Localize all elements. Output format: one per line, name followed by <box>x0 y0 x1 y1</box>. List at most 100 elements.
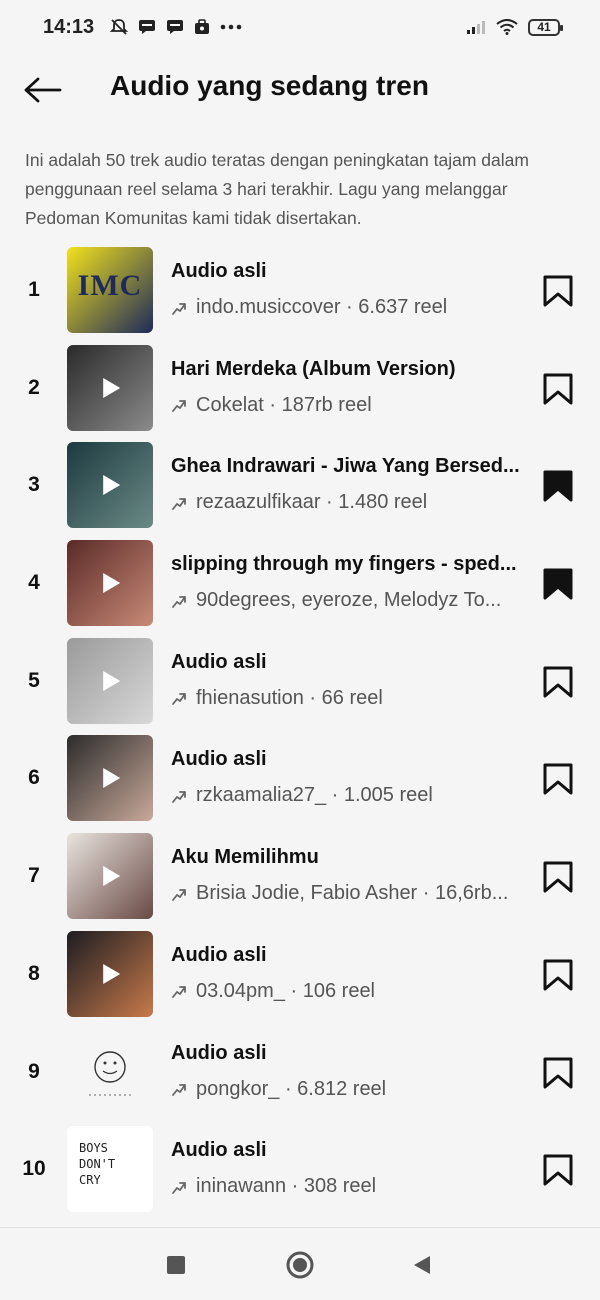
track-thumbnail[interactable] <box>67 930 153 1017</box>
track-thumbnail[interactable] <box>67 1028 153 1115</box>
track-title: Audio asli <box>171 748 267 771</box>
bookmark-filled-icon[interactable] <box>543 568 573 600</box>
track-info[interactable]: Ghea Indrawari - Jiwa Yang Bersed... reza… <box>171 455 533 514</box>
track-row[interactable]: 3 Ghea Indrawari - Jiwa Yang Bersed... rez… <box>0 442 600 540</box>
track-thumbnail[interactable] <box>67 735 153 822</box>
trending-arrow-icon <box>171 788 187 804</box>
thumbnail-text: BOYS DON'T CRY <box>79 1141 116 1188</box>
track-thumbnail[interactable]: IMC <box>67 247 153 333</box>
track-meta: 90degrees, eyeroze, Melodyz To... <box>171 589 533 612</box>
track-rank: 9 <box>28 1059 40 1083</box>
track-rank: 3 <box>28 473 40 497</box>
play-icon <box>103 475 121 496</box>
track-meta: indo.musiccover · 6.637 reel <box>171 296 533 319</box>
status-time: 14:13 <box>43 15 95 38</box>
track-info[interactable]: Audio asli ininawann · 308 reel <box>171 1139 533 1198</box>
trending-audio-list: 1 IMC Audio asli indo.musiccover · 6.637 re… <box>0 247 600 1224</box>
bookmark-filled-icon[interactable] <box>543 470 573 502</box>
status-bar: 14:13 41 <box>0 0 600 54</box>
square-icon <box>167 1256 185 1274</box>
track-rank: 1 <box>28 278 40 301</box>
track-thumbnail[interactable] <box>67 442 153 529</box>
bookmark-icon[interactable] <box>543 1057 573 1089</box>
battery-icon: 41 <box>528 18 563 36</box>
mute-bell-icon <box>110 18 129 36</box>
track-title: Audio asli <box>171 1041 267 1064</box>
track-title: Aku Memilihmu <box>171 846 319 869</box>
trending-arrow-icon <box>171 886 187 902</box>
system-nav-bar <box>0 1227 600 1300</box>
page-title: Audio yang sedang tren <box>110 70 429 101</box>
track-thumbnail[interactable] <box>67 637 153 724</box>
track-row[interactable]: 9 Audio asli pongkor_ · 6.812 reel <box>0 1028 600 1127</box>
back-nav-button[interactable] <box>413 1255 431 1280</box>
track-title: Audio asli <box>171 1139 267 1162</box>
track-rank: 8 <box>28 961 40 985</box>
back-button[interactable] <box>24 73 64 107</box>
track-meta-text: pongkor_ · 6.812 reel <box>196 1077 387 1100</box>
briefcase-icon <box>194 19 210 35</box>
track-row[interactable]: 6 Audio asli rzkaamalia27_ · 1.005 reel <box>0 735 600 833</box>
track-info[interactable]: Hari Merdeka (Album Version) Cokelat · 18… <box>171 358 533 417</box>
trending-arrow-icon <box>171 397 187 413</box>
message-icon <box>138 19 156 35</box>
back-arrow-icon <box>24 77 62 103</box>
track-info[interactable]: Aku Memilihmu Brisia Jodie, Fabio Asher ·… <box>171 846 533 905</box>
play-icon <box>103 670 121 691</box>
track-rank: 5 <box>28 668 40 692</box>
track-info[interactable]: Audio asli rzkaamalia27_ · 1.005 reel <box>171 748 533 807</box>
track-thumbnail[interactable]: BOYS DON'T CRY <box>67 1126 153 1213</box>
track-row[interactable]: 7 Aku Memilihmu Brisia Jodie, Fabio Asher … <box>0 833 600 931</box>
track-meta-text: 03.04pm_ · 106 reel <box>196 979 376 1002</box>
track-thumbnail[interactable] <box>67 540 153 627</box>
trending-arrow-icon <box>171 300 187 316</box>
track-rank: 4 <box>28 571 40 595</box>
bookmark-icon[interactable] <box>543 959 573 991</box>
track-row[interactable]: 4 slipping through my fingers - sped... 90… <box>0 540 600 638</box>
trending-arrow-icon <box>171 593 187 609</box>
track-title: Audio asli <box>171 650 267 673</box>
track-row[interactable]: 1 IMC Audio asli indo.musiccover · 6.637 re… <box>0 247 600 345</box>
track-rank: 6 <box>28 766 40 790</box>
recent-apps-button[interactable] <box>167 1256 185 1279</box>
track-info[interactable]: Audio asli pongkor_ · 6.812 reel <box>171 1042 533 1101</box>
bookmark-icon[interactable] <box>543 763 573 795</box>
track-meta: 03.04pm_ · 106 reel <box>171 980 533 1003</box>
message-icon <box>166 19 184 35</box>
track-row[interactable]: 5 Audio asli fhienasution · 66 reel <box>0 637 600 736</box>
track-rank: 7 <box>28 864 40 888</box>
track-row[interactable]: 2 Hari Merdeka (Album Version) Cokelat · 1… <box>0 344 600 443</box>
track-thumbnail[interactable] <box>67 344 153 431</box>
track-title: Ghea Indrawari - Jiwa Yang Bersed... <box>171 455 520 478</box>
bookmark-icon[interactable] <box>543 275 573 307</box>
home-button[interactable] <box>286 1251 314 1284</box>
bookmark-icon[interactable] <box>543 861 573 893</box>
bookmark-icon[interactable] <box>543 373 573 405</box>
track-meta-text: Cokelat · 187rb reel <box>196 393 372 416</box>
thumbnail-text: IMC <box>77 269 143 302</box>
track-thumbnail[interactable] <box>67 833 153 920</box>
play-icon <box>103 963 121 984</box>
trending-arrow-icon <box>171 690 187 706</box>
track-rank: 2 <box>28 375 40 399</box>
play-icon <box>103 866 121 887</box>
track-meta: Brisia Jodie, Fabio Asher · 16,6rb... <box>171 882 533 905</box>
bookmark-icon[interactable] <box>543 666 573 698</box>
wifi-icon <box>496 19 518 35</box>
track-info[interactable]: Audio asli fhienasution · 66 reel <box>171 651 533 710</box>
track-info[interactable]: Audio asli indo.musiccover · 6.637 reel <box>171 260 533 319</box>
bookmark-icon[interactable] <box>543 1154 573 1186</box>
track-info[interactable]: slipping through my fingers - sped... 90d… <box>171 553 533 612</box>
track-rank: 10 <box>22 1157 46 1181</box>
track-row[interactable]: 10 BOYS DON'T CRY Audio asli ininawann · 30… <box>0 1126 600 1224</box>
track-meta: rezaazulfikaar · 1.480 reel <box>171 491 533 514</box>
track-meta: Cokelat · 187rb reel <box>171 394 533 417</box>
trending-arrow-icon <box>171 983 187 999</box>
track-info[interactable]: Audio asli 03.04pm_ · 106 reel <box>171 944 533 1003</box>
track-row[interactable]: 8 Audio asli 03.04pm_ · 106 reel <box>0 930 600 1029</box>
track-meta-text: indo.musiccover · 6.637 reel <box>196 296 448 318</box>
track-meta-text: fhienasution · 66 reel <box>196 686 383 709</box>
track-meta-text: 90degrees, eyeroze, Melodyz To... <box>196 589 502 612</box>
track-meta: pongkor_ · 6.812 reel <box>171 1078 533 1101</box>
track-meta: ininawann · 308 reel <box>171 1175 533 1198</box>
